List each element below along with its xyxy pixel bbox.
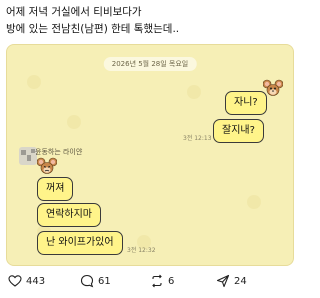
post-line-1: 어제 저녁 거실에서 티비보다가: [6, 6, 142, 18]
message-bubble-left: 연락하지마: [37, 203, 101, 227]
comments-count: 61: [98, 275, 111, 287]
date-divider: 2026년 5월 28일 목요일: [103, 57, 197, 71]
message-bubble-left: 난 와이프가있어: [37, 231, 123, 255]
heart-outline-icon: [8, 275, 22, 287]
jerry-mouse-icon: [37, 157, 57, 174]
chat-screenshot: 2026년 5월 28일 목요일 자니? 잘지내? 3전 12:13 윤동하는 …: [6, 44, 294, 266]
message-time: 3전 12:32: [127, 247, 156, 254]
post-text: 어제 저녁 거실에서 티비보다가 방에 있는 전남친(남편) 한테 톡했는데..: [6, 4, 294, 38]
send-icon: [216, 274, 230, 288]
message-bubble-right: 자니?: [225, 91, 267, 115]
pattern-dot: [67, 115, 81, 129]
pattern-dot: [27, 75, 41, 89]
likes-count: 24: [234, 275, 247, 287]
repost-icon: [152, 274, 162, 288]
post-line-2: 방에 있는 전남친(남편) 한테 톡했는데..: [6, 23, 180, 35]
message-bubble-right: 잘지내?: [213, 119, 264, 143]
views-button[interactable]: 443: [8, 274, 45, 288]
comment-icon: [80, 274, 94, 288]
message-bubble-left: 꺼져: [37, 177, 74, 201]
reposts-count: 6: [168, 275, 175, 287]
views-count: 443: [26, 275, 46, 287]
repost-button[interactable]: 6: [150, 274, 174, 288]
message-time: 3전 12:13: [183, 135, 212, 142]
comment-button[interactable]: 61: [80, 274, 111, 288]
pattern-dot: [247, 195, 261, 209]
pattern-dot: [187, 85, 201, 99]
sender-name: 윤동하는 라이얀: [35, 148, 83, 156]
post-actions: 443 61 6 24: [0, 274, 300, 294]
share-button[interactable]: 24: [216, 274, 247, 288]
